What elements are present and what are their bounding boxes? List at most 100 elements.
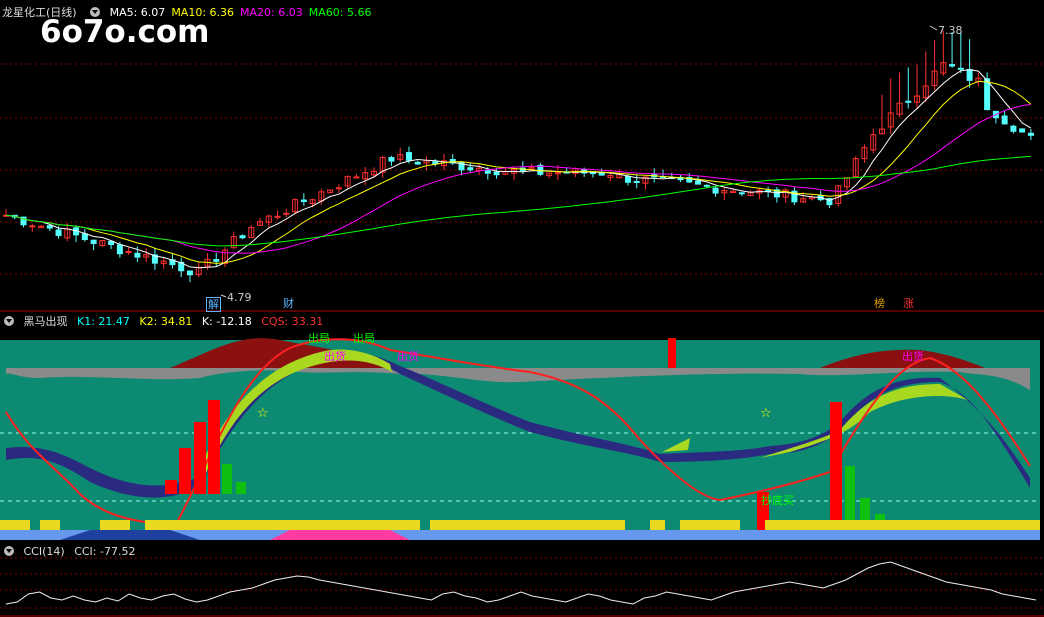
candle [160, 257, 167, 269]
green-bar [860, 498, 870, 522]
candle [476, 163, 483, 175]
ma10-line [5, 80, 1032, 264]
cci-chart[interactable] [0, 544, 1044, 617]
candle [73, 225, 80, 242]
cci-line [5, 561, 1037, 605]
candle [861, 144, 868, 163]
candle [274, 210, 281, 220]
badge-cai[interactable]: 财 [282, 297, 295, 310]
signal-bottom-buy: 抄底买 [761, 494, 794, 507]
candle [773, 187, 780, 203]
candle [721, 186, 728, 201]
candle [712, 186, 719, 197]
candle [905, 67, 912, 109]
yellow-strip [0, 520, 30, 530]
candle [90, 239, 97, 251]
signal-sell-3: 出货 [902, 350, 924, 363]
candle [213, 252, 220, 267]
bottom-band [270, 530, 410, 540]
candle [633, 174, 640, 189]
red-marker [668, 338, 676, 368]
candle [125, 247, 132, 255]
candle [914, 64, 921, 109]
candle [940, 30, 947, 76]
candle [957, 32, 964, 74]
ma20-line [5, 103, 1031, 254]
yellow-strip [145, 520, 420, 530]
candle [975, 72, 982, 87]
candle [143, 247, 150, 263]
candle [64, 223, 71, 242]
candle [257, 217, 264, 226]
candle [843, 177, 850, 191]
candle [879, 94, 885, 135]
heima-indicator-panel[interactable]: 黑马出现 K1: 21.47 K2: 34.81 K: -12.18 CQS: … [0, 312, 1044, 544]
candle [222, 247, 228, 268]
candle [283, 208, 290, 218]
signal-sell-1: 出货 [324, 350, 346, 363]
candle [230, 231, 237, 249]
candle [887, 78, 894, 134]
candle [546, 172, 553, 179]
low-price-label: 4.79 [227, 291, 252, 304]
candle [1010, 124, 1017, 134]
yellow-strip [680, 520, 740, 530]
candle [922, 51, 929, 102]
candle [151, 247, 158, 270]
candle [397, 147, 404, 163]
candle [108, 240, 115, 250]
yellow-strip [590, 520, 625, 530]
indicator-chart[interactable] [0, 312, 1044, 544]
candle [1019, 128, 1026, 133]
high-price-label: 7.38 [938, 24, 963, 37]
high-pointer [929, 25, 938, 31]
candle [738, 191, 745, 197]
ma60-line [5, 155, 1031, 247]
candle [195, 262, 202, 278]
signal-sell-2: 出货 [397, 350, 419, 363]
red-bar [194, 422, 206, 494]
candle [493, 168, 500, 179]
candle [29, 223, 36, 233]
candle [642, 176, 649, 190]
candle [292, 198, 299, 215]
yellow-strip [40, 520, 60, 530]
red-bar [165, 480, 177, 494]
signal-exit-2: 出局 [353, 332, 375, 345]
badge-jie[interactable]: 解 [206, 297, 221, 312]
candle [949, 32, 956, 68]
candle [449, 154, 456, 166]
candle [248, 225, 255, 239]
candle [414, 160, 421, 166]
badge-zhang[interactable]: 涨 [902, 297, 915, 310]
candle [1027, 129, 1034, 140]
candle [178, 257, 185, 278]
candle [870, 128, 877, 154]
candle [38, 224, 45, 229]
badge-bang[interactable]: 榜 [873, 297, 886, 310]
candle [756, 187, 763, 200]
yellow-strip [100, 520, 130, 530]
red-bar [830, 402, 842, 522]
candle [817, 190, 824, 202]
candle [335, 184, 342, 194]
candlestick-chart[interactable] [0, 0, 1044, 312]
candle [931, 39, 938, 91]
candle [379, 155, 386, 178]
candle [46, 224, 53, 232]
candle [81, 229, 88, 242]
green-bar [236, 482, 246, 494]
yellow-strip [430, 520, 590, 530]
candle [99, 239, 106, 247]
candle [791, 186, 798, 206]
candle [265, 214, 272, 228]
cci-panel[interactable]: CCI(14) CCI: -77.52 [0, 544, 1044, 617]
candlestick-panel[interactable]: 龙星化工(日线) MA5: 6.07 MA10: 6.36 MA20: 6.03 MA… [0, 0, 1044, 312]
red-bar [208, 400, 220, 494]
yellow-strip [765, 520, 1040, 530]
candle [467, 163, 474, 173]
star-icon: ☆ [257, 406, 269, 421]
candle [563, 167, 570, 174]
candle [344, 175, 351, 189]
candle [852, 156, 859, 178]
